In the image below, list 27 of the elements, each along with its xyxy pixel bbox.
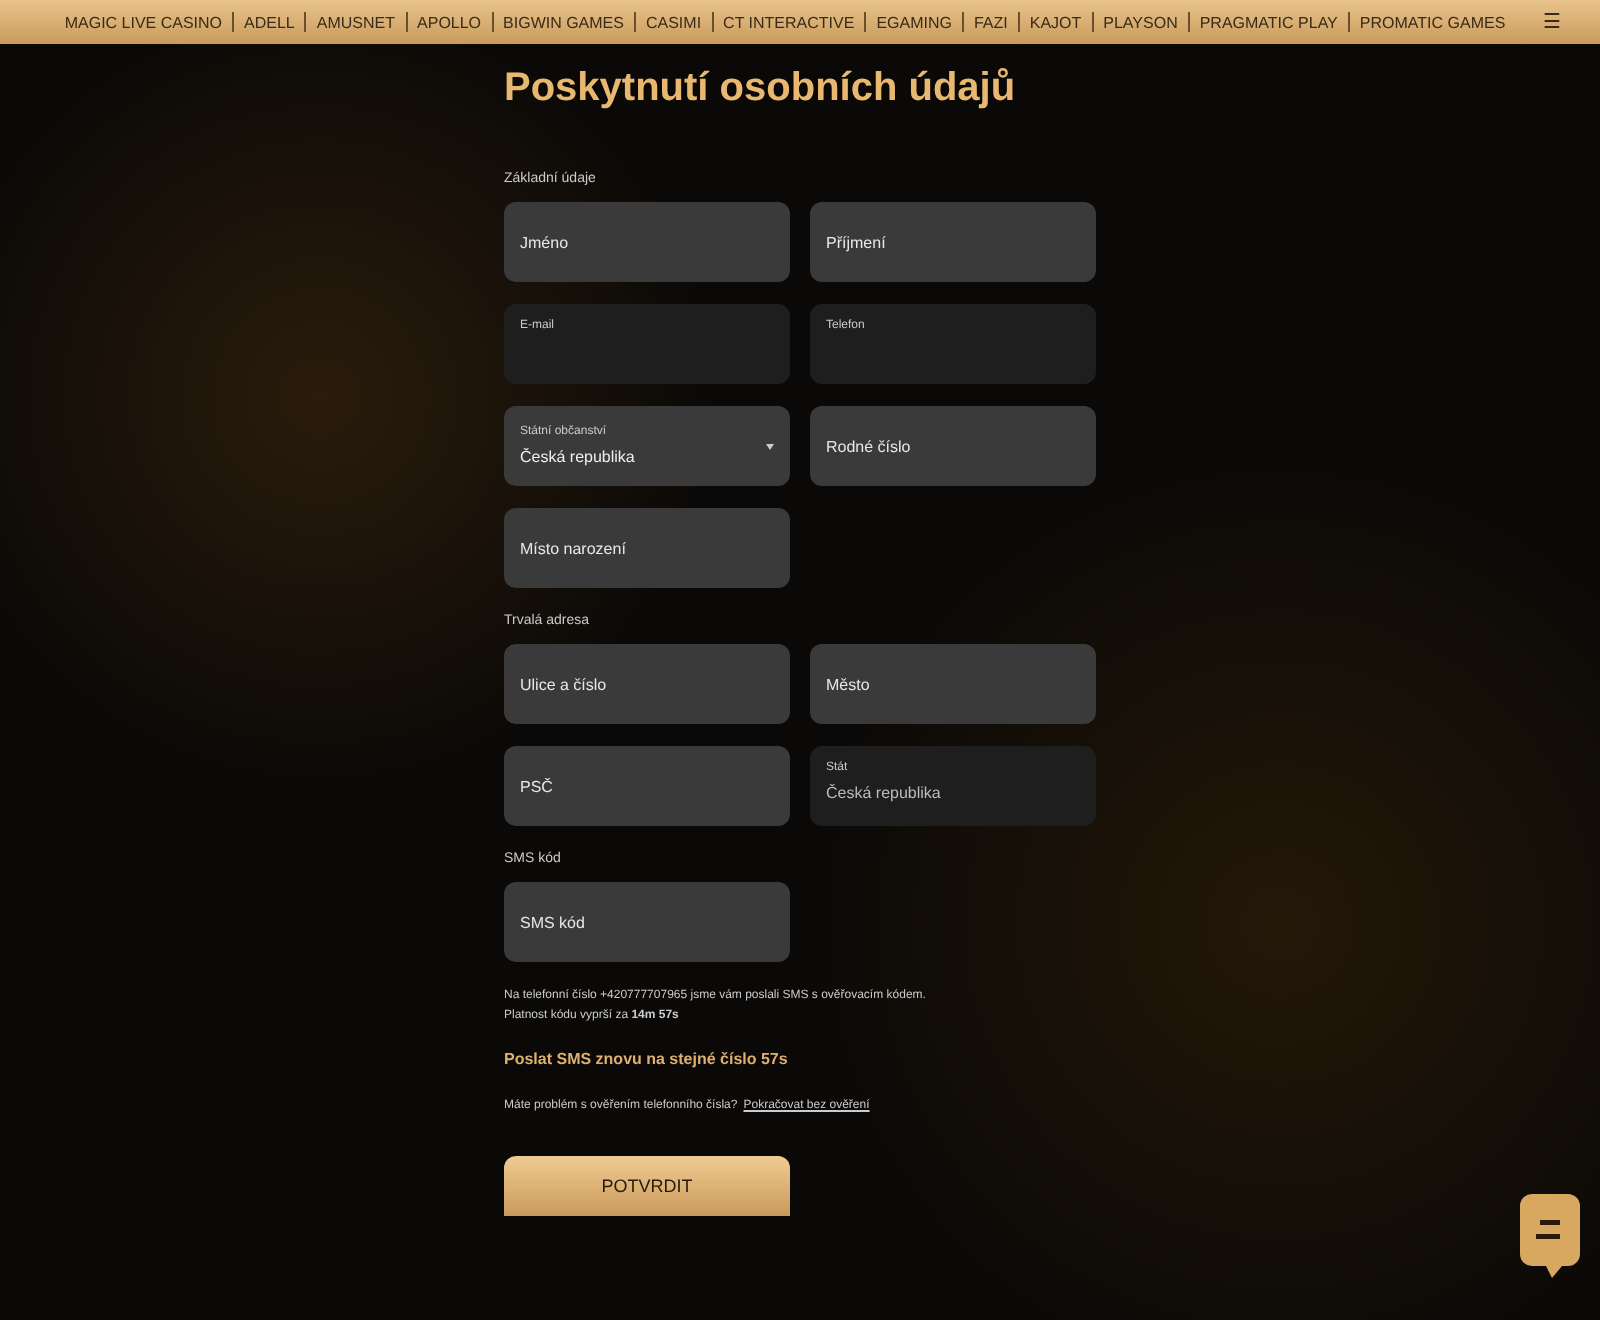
nav-link[interactable]: PRAGMATIC PLAY — [1189, 13, 1348, 31]
nav-link[interactable]: PROMATIC GAMES — [1349, 13, 1516, 31]
input-field[interactable]: Příjmení — [810, 202, 1096, 282]
nav-link[interactable]: AMUSNET — [306, 13, 406, 31]
nav-link[interactable]: CASIMI — [635, 13, 712, 31]
nav-link[interactable]: EGAMING — [866, 13, 962, 31]
submit-button[interactable]: POTVRDIT — [504, 1156, 790, 1216]
input-field[interactable]: Rodné číslo — [810, 406, 1096, 486]
nav-link[interactable]: PLAYSON — [1093, 13, 1188, 31]
page-title: Poskytnutí osobních údajů — [504, 66, 1018, 112]
chat-icon[interactable] — [1520, 1194, 1580, 1278]
nav-link[interactable]: MAGIC LIVE CASINO — [54, 13, 233, 31]
input-field[interactable]: PSČ — [504, 746, 790, 826]
input-field[interactable]: Město — [810, 644, 1096, 724]
nav-link[interactable]: ADELL — [234, 13, 305, 31]
input-field[interactable]: Ulice a číslo — [504, 644, 790, 724]
resend-sms-link[interactable]: Poslat SMS znovu na stejné číslo 57s — [504, 1050, 1096, 1068]
input-field[interactable]: SMS kód — [504, 882, 790, 962]
input-field[interactable]: Místo narození — [504, 508, 790, 588]
menu-icon[interactable]: ☰ — [1543, 10, 1562, 34]
nav-link[interactable]: CT INTERACTIVE — [713, 13, 865, 31]
nav-link[interactable]: KAJOT — [1019, 13, 1092, 31]
nav-link[interactable]: BIGWIN GAMES — [493, 13, 634, 31]
nav-link[interactable]: APOLLO — [407, 13, 492, 31]
nav-link[interactable]: FAZI — [963, 13, 1018, 31]
input-field[interactable]: Jméno — [504, 202, 790, 282]
caret-icon — [766, 444, 774, 450]
